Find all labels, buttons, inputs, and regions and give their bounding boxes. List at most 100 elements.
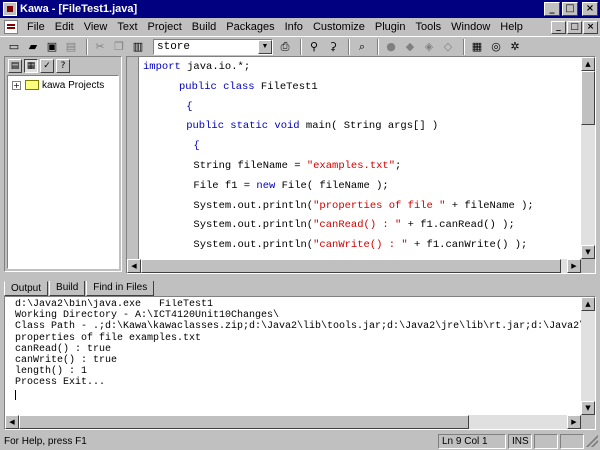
code-line[interactable]: public static void main( String args[] ) [186,120,438,132]
document-icon[interactable] [4,20,18,34]
status-panel-empty [560,433,584,449]
close-button[interactable]: × [582,2,598,16]
open-folder-icon[interactable]: ▰ [25,39,41,55]
horizontal-scroll-thumb[interactable] [141,259,561,273]
toolbar: ▭ ▰ ▣ ▤ ✂ ❐ ▥ store ▼ ⎙ ⚲ ⚳ ⌕ ● ◆ ◈ ◇ ▦ … [0,36,600,56]
code-text: String fileName = [193,160,307,172]
folder-icon [25,80,39,90]
code-line[interactable]: String fileName = "examples.txt"; [193,160,401,172]
tab-output[interactable]: Output [4,281,49,296]
menu-build[interactable]: Build [187,18,221,36]
cut-icon[interactable]: ✂ [92,39,108,55]
output-scroll-thumb[interactable] [19,415,469,429]
new-file-icon[interactable]: ▭ [6,39,22,55]
class-view-tab-icon[interactable]: ✓ [40,59,54,73]
scroll-corner [581,415,595,429]
code-line[interactable]: { [186,101,192,113]
tab-build[interactable]: Build [49,281,86,296]
scroll-left-icon[interactable]: ◀ [127,259,141,273]
resize-grip-icon[interactable] [586,435,598,447]
code-text: + f1.canWrite() ); [407,239,528,252]
code-line[interactable]: File f1 = new File( fileName ); [193,180,388,192]
expand-icon[interactable]: + [12,80,21,90]
run-icon[interactable]: ◎ [488,39,504,55]
copy-icon[interactable]: ❐ [111,39,127,55]
vertical-scrollbar[interactable]: ▲ ▼ [581,57,595,259]
project-tree[interactable]: + kawa Projects [7,75,119,269]
pane-splitter[interactable] [0,274,600,280]
code-text: + fileName ); [445,199,534,212]
code-line[interactable]: System.out.println("properties of file "… [193,200,533,212]
scroll-up-icon[interactable]: ▲ [581,297,595,311]
menu-edit[interactable]: Edit [50,18,79,36]
save-icon[interactable]: ▣ [44,39,60,55]
step-out-icon[interactable]: ◇ [440,39,456,55]
window-title: Kawa - [FileTest1.java] [20,3,138,15]
scroll-down-icon[interactable]: ▼ [581,401,595,415]
output-line: Process Exit... [15,377,106,389]
code-line[interactable]: { [193,140,199,152]
paste-icon[interactable]: ▥ [130,39,146,55]
print-icon[interactable]: ⎙ [277,39,293,55]
code-text: File f1 = [193,179,257,192]
compile-icon[interactable]: ▦ [469,39,485,55]
code-text: File( fileName ); [275,179,389,192]
code-string: "properties of file " [313,199,446,212]
output-vertical-scrollbar[interactable]: ▲ ▼ [581,297,595,415]
output-text[interactable]: d:\Java2\bin\java.exe FileTest1 Working … [15,299,581,415]
menu-packages[interactable]: Packages [221,18,279,36]
status-insert-mode: INS [508,433,532,449]
menu-window[interactable]: Window [446,18,495,36]
info-view-tab-icon[interactable]: ? [56,59,70,73]
save-all-icon[interactable]: ▤ [63,39,79,55]
horizontal-scrollbar[interactable]: ◀ ▶ [127,259,581,273]
menu-help[interactable]: Help [495,18,528,36]
code-editor[interactable]: import java.io.*; public class FileTest1 {… [126,56,596,274]
title-bar[interactable]: Kawa - [FileTest1.java] _ □ × [0,0,600,18]
code-text: main( String args[] ) [299,120,439,133]
code-line[interactable]: public class FileTest1 [179,81,318,93]
breakpoint-icon[interactable]: ● [383,39,399,55]
scroll-right-icon[interactable]: ▶ [567,259,581,273]
find-icon[interactable]: ⚲ [306,39,322,55]
scroll-left-icon[interactable]: ◀ [5,415,19,429]
vertical-scroll-thumb[interactable] [581,71,595,125]
menu-file[interactable]: File [22,18,50,36]
tab-find-in-files[interactable]: Find in Files [86,281,155,296]
menu-customize[interactable]: Customize [308,18,370,36]
output-pane[interactable]: d:\Java2\bin\java.exe FileTest1 Working … [4,296,596,430]
minimize-button[interactable]: _ [544,2,560,16]
code-line[interactable]: System.out.println("canWrite() : " + f1.… [193,239,527,251]
doc-minimize-button[interactable]: _ [551,20,566,34]
menu-info[interactable]: Info [280,18,308,36]
project-combo-value: store [157,40,191,53]
replace-icon[interactable]: ⚳ [325,39,341,55]
chevron-down-icon[interactable]: ▼ [258,39,272,54]
doc-restore-button[interactable]: □ [567,20,582,34]
code-area[interactable]: import java.io.*; public class FileTest1 {… [143,57,581,259]
menu-project[interactable]: Project [143,18,187,36]
output-horizontal-scrollbar[interactable]: ◀ ▶ [5,415,581,429]
project-pane-tabs: ▤ ▦ ✓ ? [5,57,121,75]
scroll-right-icon[interactable]: ▶ [567,415,581,429]
menu-tools[interactable]: Tools [410,18,446,36]
file-view-tab-icon[interactable]: ▤ [8,59,22,73]
maximize-button[interactable]: □ [562,2,578,16]
project-view-tab-icon[interactable]: ▦ [24,59,38,73]
menu-view[interactable]: View [79,18,113,36]
kawa-app-icon[interactable] [3,2,17,16]
scroll-down-icon[interactable]: ▼ [581,245,595,259]
code-keyword: import [143,61,181,73]
menu-text[interactable]: Text [112,18,142,36]
tree-item-kawa-projects[interactable]: + kawa Projects [8,78,118,92]
find-in-files-icon[interactable]: ⌕ [354,39,370,55]
code-line[interactable]: import java.io.*; [143,61,250,73]
project-combo[interactable]: store ▼ [153,38,273,55]
code-line[interactable]: System.out.println("canRead() : " + f1.c… [193,219,514,231]
debug-icon[interactable]: ✲ [507,39,523,55]
step-over-icon[interactable]: ◈ [421,39,437,55]
menu-plugin[interactable]: Plugin [370,18,411,36]
step-into-icon[interactable]: ◆ [402,39,418,55]
doc-close-button[interactable]: × [583,20,598,34]
scroll-up-icon[interactable]: ▲ [581,57,595,71]
